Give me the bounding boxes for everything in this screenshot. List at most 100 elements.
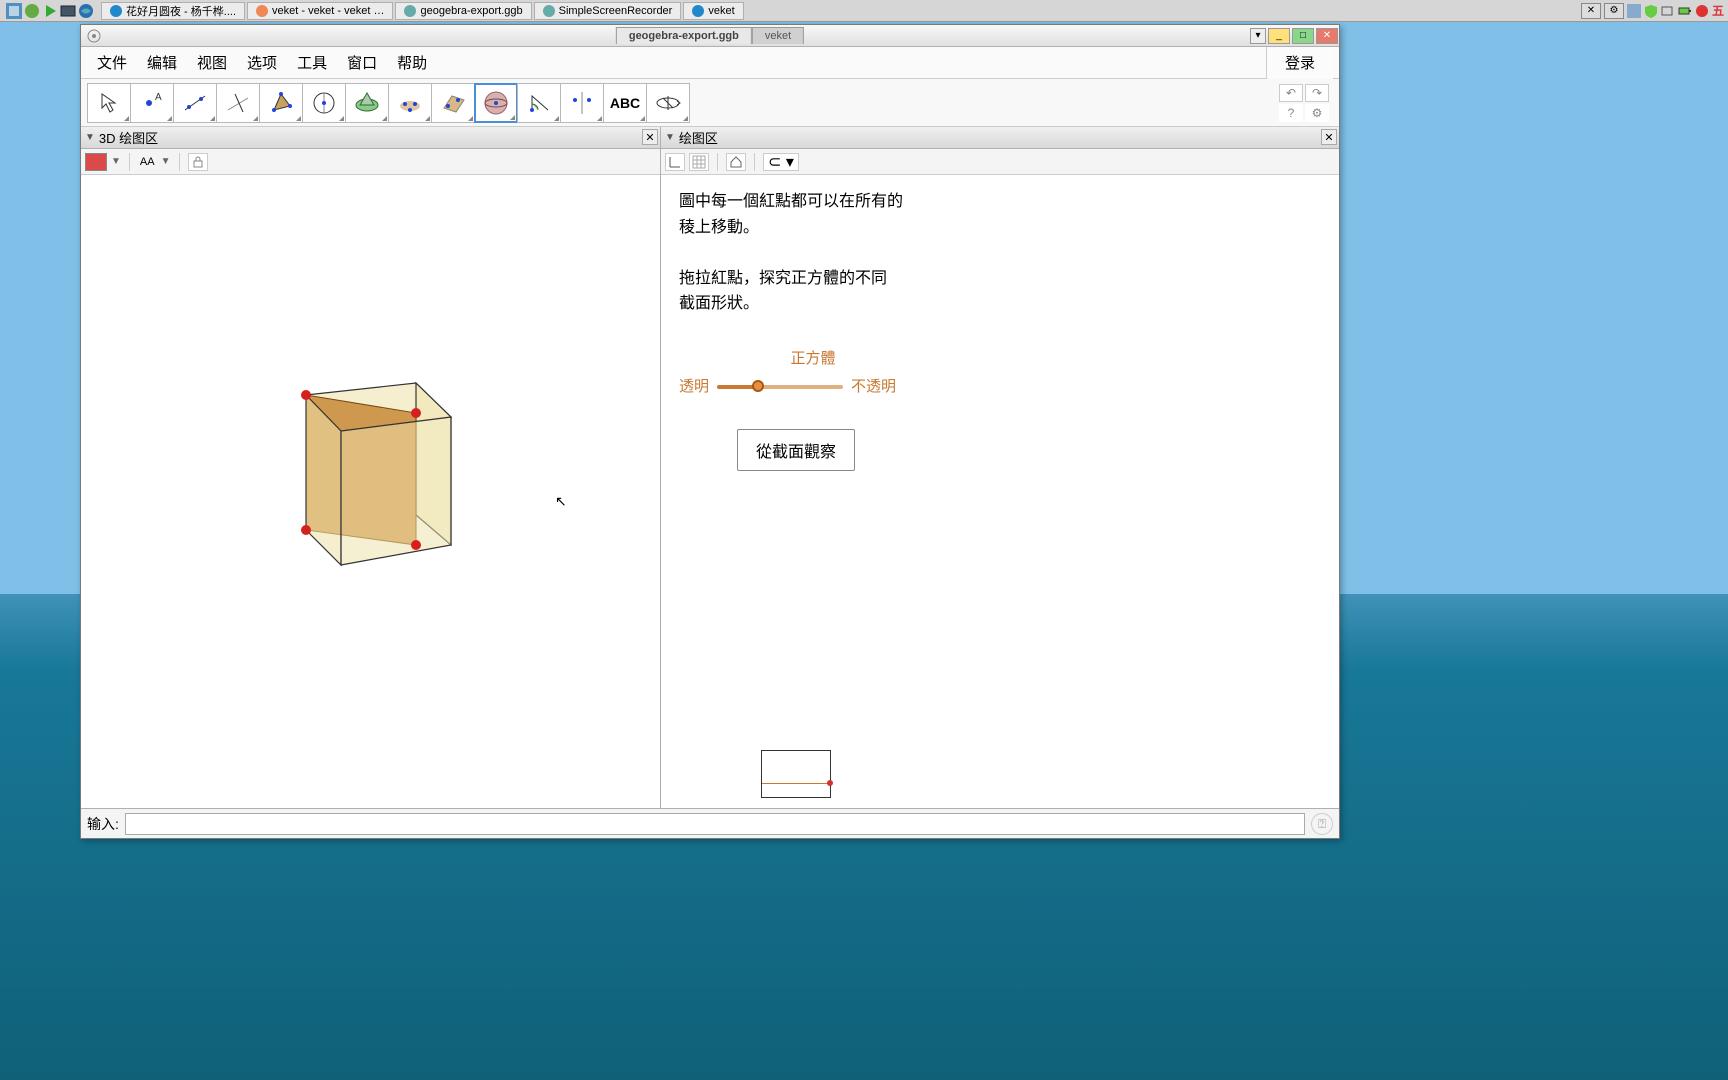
- taskbar-item[interactable]: geogebra-export.ggb: [395, 2, 531, 20]
- instruction-text: 拖拉紅點，探究正方體的不同: [679, 266, 1321, 292]
- tray-icon[interactable]: [1661, 4, 1675, 18]
- input-bar: 输入: ⍰: [81, 808, 1339, 838]
- drag-point[interactable]: [411, 408, 421, 418]
- tool-circle[interactable]: [302, 83, 346, 123]
- tool-rotate-view[interactable]: [646, 83, 690, 123]
- menu-window[interactable]: 窗口: [337, 48, 387, 77]
- drag-point[interactable]: [411, 540, 421, 550]
- input-help-icon[interactable]: ⍰: [1311, 813, 1333, 835]
- collapse-icon[interactable]: ▼: [665, 132, 675, 143]
- tray-icon[interactable]: [1627, 4, 1641, 18]
- record-icon[interactable]: [1695, 4, 1709, 18]
- tool-intersect[interactable]: [388, 83, 432, 123]
- collapse-icon[interactable]: ▼: [85, 132, 95, 143]
- geogebra-window: geogebra-export.ggb veket ▾ _ □ ✕ 文件 编辑 …: [80, 24, 1340, 839]
- cursor-icon: ↖: [555, 493, 567, 510]
- panel-2d-header[interactable]: ▼ 绘图区 ✕: [661, 127, 1339, 149]
- tool-line[interactable]: [173, 83, 217, 123]
- taskbar-item-label: SimpleScreenRecorder: [559, 5, 673, 17]
- dropdown-icon[interactable]: ▼: [111, 156, 121, 167]
- system-tray: ✕ ⚙ 五: [1581, 2, 1728, 19]
- tool-reflect[interactable]: [560, 83, 604, 123]
- redo-button[interactable]: ↷: [1305, 84, 1329, 102]
- tool-ellipse[interactable]: [345, 83, 389, 123]
- tool-sphere[interactable]: [474, 83, 518, 123]
- shield-icon[interactable]: [1644, 4, 1658, 18]
- tool-point[interactable]: A: [130, 83, 174, 123]
- panel-title: 绘图区: [679, 128, 718, 147]
- menu-tools[interactable]: 工具: [287, 48, 337, 77]
- taskbar-item[interactable]: veket - veket - veket …: [247, 2, 393, 20]
- section-preview[interactable]: [761, 750, 831, 798]
- input-label: 输入:: [87, 814, 119, 834]
- tool-plane[interactable]: [431, 83, 475, 123]
- battery-icon[interactable]: [1678, 4, 1692, 18]
- lock-icon[interactable]: [188, 153, 208, 171]
- launcher-icon[interactable]: [78, 3, 94, 19]
- minimize-button[interactable]: _: [1268, 28, 1290, 44]
- window-titlebar[interactable]: geogebra-export.ggb veket ▾ _ □ ✕: [81, 25, 1339, 47]
- drag-point[interactable]: [827, 780, 833, 786]
- menu-edit[interactable]: 编辑: [137, 48, 187, 77]
- panel-3d-header[interactable]: ▼ 3D 绘图区 ✕: [81, 127, 660, 149]
- tool-angle[interactable]: [517, 83, 561, 123]
- settings-icon[interactable]: ⚙: [1305, 104, 1329, 122]
- view-section-button[interactable]: 從截面觀察: [737, 429, 855, 471]
- launcher-icon[interactable]: [42, 3, 58, 19]
- panel-2d: ▼ 绘图区 ✕ ⊂ ▾ 圖中每一個紅點都可以在所有的 稜上移動。 拖拉紅點，探究…: [661, 127, 1339, 808]
- app-icon: [87, 29, 101, 43]
- panel-2d-subtoolbar: ⊂ ▾: [661, 149, 1339, 175]
- command-input[interactable]: [125, 813, 1305, 835]
- cube-model[interactable]: [261, 365, 481, 595]
- panel-close-button[interactable]: ✕: [642, 129, 658, 145]
- tool-move[interactable]: [87, 83, 131, 123]
- drag-point[interactable]: [301, 525, 311, 535]
- font-size-selector[interactable]: AA: [138, 156, 157, 168]
- tray-button[interactable]: ✕: [1581, 3, 1601, 19]
- canvas-3d[interactable]: ↖: [81, 175, 660, 808]
- tool-text[interactable]: ABC: [603, 83, 647, 123]
- panel-close-button[interactable]: ✕: [1321, 129, 1337, 145]
- launcher-icon[interactable]: [60, 3, 76, 19]
- home-button[interactable]: [726, 153, 746, 171]
- maximize-button[interactable]: □: [1292, 28, 1314, 44]
- slider-title: 正方體: [723, 347, 903, 371]
- undo-button[interactable]: ↶: [1279, 84, 1303, 102]
- instruction-text: 圖中每一個紅點都可以在所有的: [679, 189, 1321, 215]
- menu-help[interactable]: 帮助: [387, 48, 437, 77]
- opacity-slider[interactable]: [717, 385, 843, 389]
- tray-button[interactable]: ⚙: [1604, 3, 1624, 19]
- menu-file[interactable]: 文件: [87, 48, 137, 77]
- menu-view[interactable]: 视图: [187, 48, 237, 77]
- axes-toggle[interactable]: [665, 153, 685, 171]
- instruction-text: 截面形狀。: [679, 291, 1321, 317]
- slider-thumb[interactable]: [752, 380, 764, 392]
- canvas-2d[interactable]: 圖中每一個紅點都可以在所有的 稜上移動。 拖拉紅點，探究正方體的不同 截面形狀。…: [661, 175, 1339, 808]
- title-tab[interactable]: veket: [752, 27, 804, 44]
- launcher-icon[interactable]: [6, 3, 22, 19]
- login-button[interactable]: 登录: [1266, 46, 1333, 79]
- taskbar-item[interactable]: 花好月圆夜 - 杨千桦....: [101, 2, 245, 20]
- panel-3d-subtoolbar: ▼ AA ▼: [81, 149, 660, 175]
- dropdown-icon[interactable]: ▼: [161, 156, 171, 167]
- taskbar-item[interactable]: SimpleScreenRecorder: [534, 2, 682, 20]
- help-icon[interactable]: ?: [1279, 104, 1303, 122]
- tool-perpendicular[interactable]: [216, 83, 260, 123]
- tool-polygon[interactable]: [259, 83, 303, 123]
- pin-button[interactable]: ▾: [1250, 28, 1266, 44]
- ime-indicator[interactable]: 五: [1712, 2, 1724, 19]
- taskbar-item[interactable]: veket: [683, 2, 743, 20]
- drag-point[interactable]: [301, 390, 311, 400]
- color-swatch[interactable]: [85, 153, 107, 171]
- slider-label-right: 不透明: [851, 375, 896, 399]
- title-tab[interactable]: geogebra-export.ggb: [616, 27, 752, 44]
- point-capture-button[interactable]: ⊂ ▾: [763, 153, 799, 171]
- close-button[interactable]: ✕: [1316, 28, 1338, 44]
- panel-title: 3D 绘图区: [99, 128, 158, 147]
- section-line: [762, 783, 830, 784]
- toolbar: A ABC ↶ ↷ ? ⚙: [81, 79, 1339, 127]
- taskbar-item-label: veket - veket - veket …: [272, 5, 384, 17]
- menu-options[interactable]: 选项: [237, 48, 287, 77]
- grid-toggle[interactable]: [689, 153, 709, 171]
- launcher-icon[interactable]: [24, 3, 40, 19]
